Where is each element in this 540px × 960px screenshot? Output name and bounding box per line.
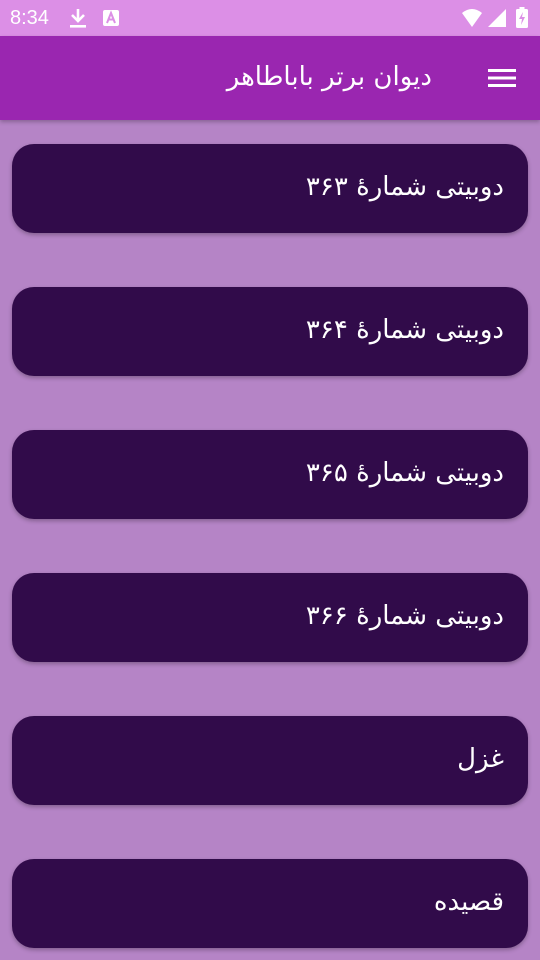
text-a-icon <box>103 10 119 26</box>
list-item[interactable]: دوبیتی شمارهٔ ۳۶۳ <box>12 144 528 233</box>
list-item[interactable]: غزل <box>12 716 528 805</box>
list-item-label: دوبیتی شمارهٔ ۳۶۵ <box>305 458 504 488</box>
list-item-label: غزل <box>457 744 504 774</box>
list-item[interactable]: دوبیتی شمارهٔ ۳۶۴ <box>12 287 528 376</box>
app-title: دیوان برتر باباطاهر <box>226 62 432 92</box>
download-icon <box>70 9 86 28</box>
list-item-label: دوبیتی شمارهٔ ۳۶۳ <box>305 172 504 202</box>
list-item[interactable]: قصیده <box>12 859 528 948</box>
battery-charging-icon <box>516 7 528 28</box>
app-bar: دیوان برتر باباطاهر <box>0 36 540 120</box>
list-item[interactable]: دوبیتی شمارهٔ ۳۶۶ <box>12 573 528 662</box>
status-bar: 8:34 <box>0 0 540 36</box>
hamburger-menu-icon[interactable] <box>486 62 518 94</box>
cell-signal-icon <box>488 9 506 27</box>
poem-list: دوبیتی شمارهٔ ۳۶۳ دوبیتی شمارهٔ ۳۶۴ دوبی… <box>0 120 540 960</box>
status-time: 8:34 <box>10 7 49 29</box>
list-item-label: قصیده <box>433 887 504 917</box>
list-item[interactable]: دوبیتی شمارهٔ ۳۶۵ <box>12 430 528 519</box>
list-item-label: دوبیتی شمارهٔ ۳۶۴ <box>305 315 504 345</box>
wifi-icon <box>462 9 482 27</box>
list-item-label: دوبیتی شمارهٔ ۳۶۶ <box>305 601 504 631</box>
